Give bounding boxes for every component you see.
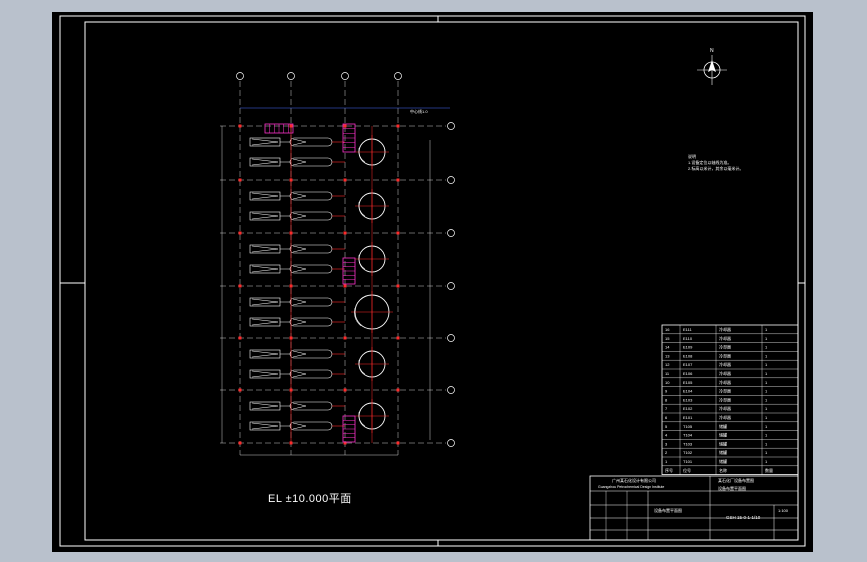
table-header-cell: 序号: [665, 467, 673, 473]
table-cell: 冷却器: [719, 405, 731, 411]
table-cell: 储罐: [719, 432, 727, 438]
table-cell: 储罐: [719, 423, 727, 429]
table-cell: 储罐: [719, 458, 727, 464]
table-cell: 冷却器: [719, 361, 731, 367]
table-cell: E101: [683, 415, 693, 420]
table-cell: 冷却器: [719, 335, 731, 341]
column-marker: [396, 124, 400, 128]
column-marker: [238, 284, 242, 288]
table-cell: E103: [683, 397, 693, 402]
table-cell: 12: [665, 362, 670, 367]
title-scale: 1:100: [778, 508, 789, 513]
column-marker: [396, 336, 400, 340]
column-marker: [343, 231, 347, 235]
table-cell: E110: [683, 336, 693, 341]
table-cell: T101: [683, 459, 693, 464]
table-cell: T105: [683, 424, 693, 429]
table-cell: E108: [683, 353, 693, 358]
title-drawing-title: 设备布置平面图: [718, 485, 746, 491]
column-marker: [343, 388, 347, 392]
table-cell: 10: [665, 380, 670, 385]
column-marker: [343, 284, 347, 288]
table-cell: E107: [683, 362, 693, 367]
column-marker: [396, 441, 400, 445]
table-cell: 冷却器: [719, 379, 731, 385]
title-company-en: Guangzhou Petrochemical Design Institute: [598, 485, 664, 489]
table-cell: 冷却器: [719, 326, 731, 332]
table-cell: 14: [665, 345, 670, 350]
table-cell: 冷却器: [719, 396, 731, 402]
table-header-cell: 数量: [765, 467, 773, 473]
column-marker: [396, 231, 400, 235]
column-marker: [343, 336, 347, 340]
cad-drawing-canvas: 中心线1.0 N 16 E111 冷却器 115 E110 冷却器 114 E109 冷却器 11…: [52, 12, 813, 552]
plan-title: EL ±10.000平面: [268, 493, 352, 505]
table-cell: T104: [683, 433, 693, 438]
table-cell: 冷却器: [719, 352, 731, 358]
dimension-note: 中心线1.0: [410, 108, 428, 114]
table-cell: E104: [683, 389, 693, 394]
drawing-notes: 说明 1.设备定位以轴线为准。 2.标高以米计，其余以毫米计。: [688, 154, 743, 172]
table-cell: 冷却器: [719, 388, 731, 394]
title-drawing-title-2: 设备布置平面图: [654, 507, 682, 513]
title-drawing-number: GSH 15-0-1-1/10: [726, 515, 761, 520]
title-company: 广州某石化设计有限公司: [612, 477, 656, 483]
column-marker: [238, 336, 242, 340]
table-cell: E111: [683, 327, 693, 332]
column-marker: [238, 388, 242, 392]
table-cell: 储罐: [719, 440, 727, 446]
table-cell: E102: [683, 406, 693, 411]
table-cell: E105: [683, 380, 693, 385]
table-cell: 13: [665, 353, 670, 358]
table-cell: T103: [683, 441, 693, 446]
table-header-cell: 名称: [719, 467, 727, 473]
column-marker: [238, 124, 242, 128]
drawing-sheet: [52, 12, 813, 552]
column-marker: [343, 178, 347, 182]
notes-line-2: 2.标高以米计，其余以毫米计。: [688, 166, 744, 171]
table-cell: E109: [683, 345, 693, 350]
table-cell: 冷却器: [719, 344, 731, 350]
column-marker: [238, 441, 242, 445]
table-cell: 冷却器: [719, 370, 731, 376]
table-cell: E106: [683, 371, 693, 376]
table-cell: T102: [683, 450, 693, 455]
table-cell: 15: [665, 336, 670, 341]
column-marker: [396, 178, 400, 182]
column-marker: [238, 178, 242, 182]
column-marker: [343, 124, 347, 128]
column-marker: [238, 231, 242, 235]
table-cell: 冷却器: [719, 414, 731, 420]
title-project: 某石化厂设备布置图: [718, 477, 754, 483]
table-cell: 16: [665, 327, 670, 332]
compass-label: N: [710, 48, 714, 54]
column-marker: [396, 388, 400, 392]
table-header-cell: 位号: [683, 467, 691, 473]
column-marker: [396, 284, 400, 288]
table-cell: 储罐: [719, 449, 727, 455]
cad-viewport[interactable]: 中心线1.0 N 16 E111 冷却器 1 15 E110 冷却器 1 14 E109 冷却器 1 1…: [0, 0, 867, 562]
